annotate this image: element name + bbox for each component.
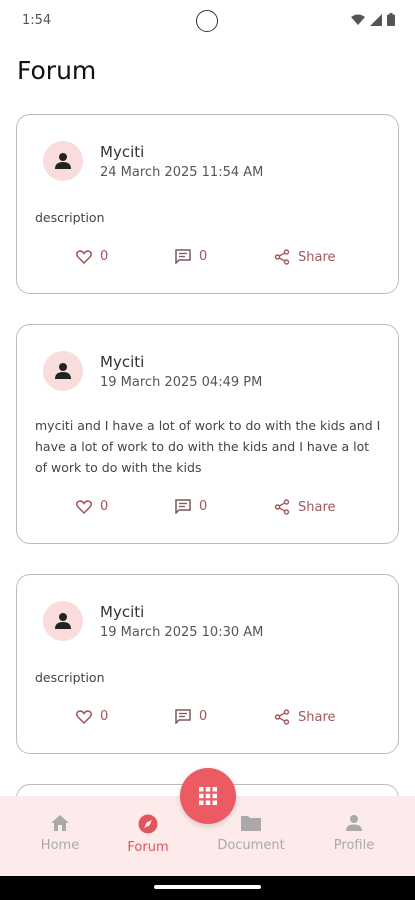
- home-icon: [51, 815, 69, 831]
- post-card[interactable]: Myciti 24 March 2025 11:54 AM descriptio…: [16, 114, 399, 294]
- post-date: 24 March 2025 11:54 AM: [100, 165, 264, 180]
- post-date: 19 March 2025 04:49 PM: [100, 375, 263, 390]
- post-body: myciti and I have a lot of work to do wi…: [35, 418, 381, 475]
- comment-count: 0: [199, 499, 208, 514]
- comment-button[interactable]: 0: [175, 249, 207, 264]
- avatar: [43, 601, 83, 641]
- share-label: Share: [298, 709, 336, 725]
- comment-button[interactable]: 0: [175, 709, 207, 724]
- system-nav-bar: [0, 876, 415, 900]
- nav-label-document: Document: [217, 838, 285, 853]
- nav-item-profile[interactable]: Profile: [309, 814, 399, 853]
- post-actions: 0 0 Share: [17, 709, 400, 731]
- like-count: 0: [100, 709, 109, 724]
- comment-count: 0: [199, 249, 208, 264]
- heart-icon: [76, 499, 92, 514]
- person-icon: [55, 363, 71, 379]
- avatar: [43, 351, 83, 391]
- comment-icon: [175, 249, 191, 264]
- post-date: 19 March 2025 10:30 AM: [100, 625, 264, 640]
- post-author: Myciti: [100, 353, 145, 371]
- nav-label-home: Home: [40, 838, 80, 853]
- comment-icon: [175, 709, 191, 724]
- avatar: [43, 141, 83, 181]
- person-icon: [55, 153, 71, 169]
- nav-label-profile: Profile: [333, 838, 375, 853]
- home-indicator[interactable]: [154, 885, 261, 889]
- nav-label-forum: Forum: [127, 840, 169, 855]
- post-body: description: [35, 210, 105, 225]
- nav-item-home[interactable]: Home: [15, 814, 105, 853]
- comment-count: 0: [199, 709, 208, 724]
- share-icon: [274, 499, 290, 515]
- share-label: Share: [298, 499, 336, 515]
- share-icon: [274, 249, 290, 265]
- forum-feed: Myciti 24 March 2025 11:54 AM descriptio…: [0, 0, 415, 900]
- like-button[interactable]: 0: [76, 249, 108, 264]
- person-icon: [55, 613, 71, 629]
- post-author: Myciti: [100, 143, 145, 161]
- share-icon: [274, 709, 290, 725]
- like-button[interactable]: 0: [76, 709, 108, 724]
- grid-icon: [199, 787, 217, 805]
- comment-icon: [175, 499, 191, 514]
- post-actions: 0 0 Share: [17, 499, 400, 521]
- share-button[interactable]: Share: [274, 499, 336, 515]
- like-count: 0: [100, 249, 109, 264]
- post-card[interactable]: Myciti 19 March 2025 10:30 AM descriptio…: [16, 574, 399, 754]
- folder-icon: [241, 816, 261, 831]
- nav-item-forum[interactable]: Forum: [103, 814, 193, 855]
- compass-icon: [138, 814, 158, 834]
- post-card[interactable]: Myciti 19 March 2025 04:49 PM myciti and…: [16, 324, 399, 544]
- like-button[interactable]: 0: [76, 499, 108, 514]
- like-count: 0: [100, 499, 109, 514]
- person-icon: [346, 815, 362, 831]
- share-button[interactable]: Share: [274, 709, 336, 725]
- apps-fab-button[interactable]: [180, 768, 236, 824]
- post-author: Myciti: [100, 603, 145, 621]
- heart-icon: [76, 709, 92, 724]
- share-button[interactable]: Share: [274, 249, 336, 265]
- post-actions: 0 0 Share: [17, 249, 400, 271]
- post-body: description: [35, 670, 105, 685]
- comment-button[interactable]: 0: [175, 499, 207, 514]
- heart-icon: [76, 249, 92, 264]
- share-label: Share: [298, 249, 336, 265]
